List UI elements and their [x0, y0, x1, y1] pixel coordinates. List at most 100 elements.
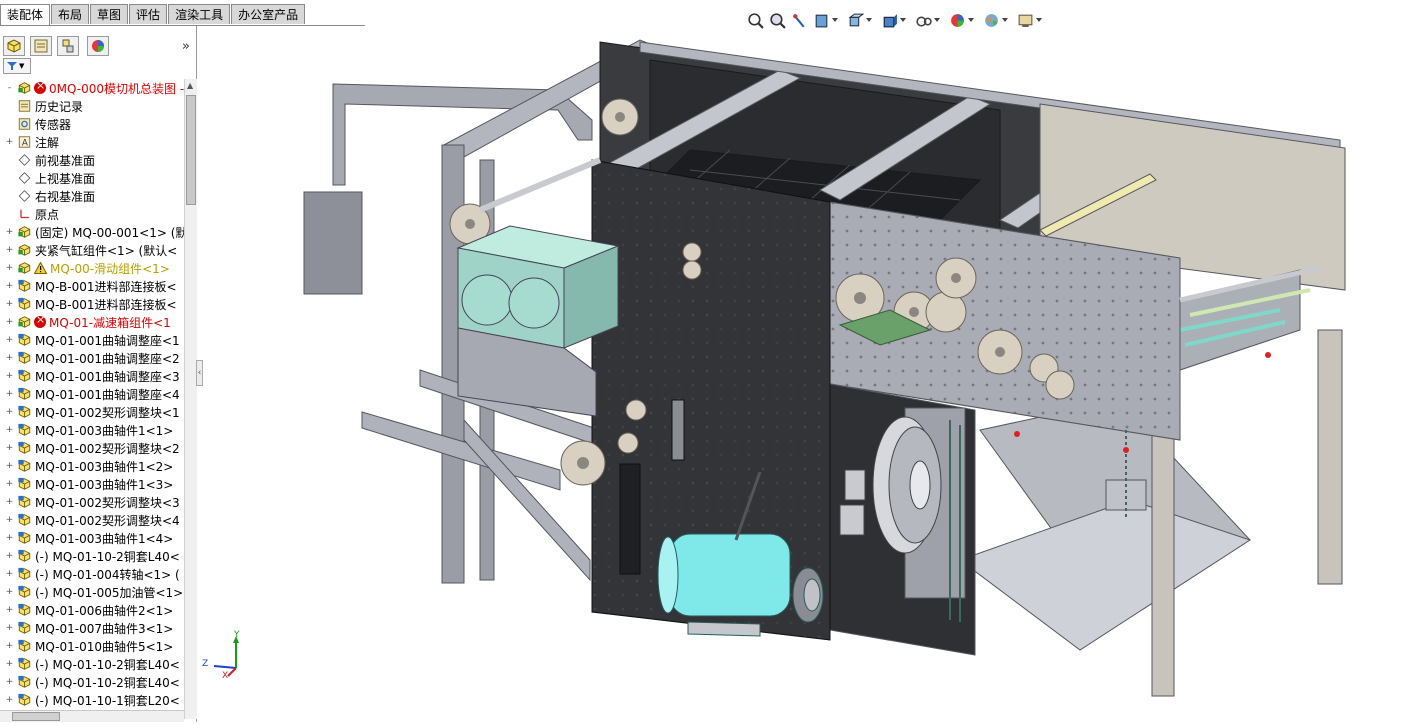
expand-icon[interactable]: + — [5, 137, 14, 147]
tree-item[interactable]: + (-) MQ-01-10-2铜套L40< — [0, 655, 184, 673]
tree-item-label: MQ-B-001进料部连接板< — [35, 279, 177, 294]
tree-item[interactable]: + (-) MQ-01-10-1铜套L20< — [0, 691, 184, 709]
tree-item[interactable]: 传感器 — [0, 115, 184, 133]
tree-item[interactable]: + MQ-00-滑动组件<1> — [0, 259, 184, 277]
expand-icon[interactable]: + — [5, 389, 14, 399]
expand-icon[interactable]: + — [5, 497, 14, 507]
expand-icon[interactable]: + — [5, 569, 14, 579]
expand-icon[interactable]: + — [5, 335, 14, 345]
expand-icon[interactable]: + — [5, 533, 14, 543]
tree-item[interactable]: + MQ-01-001曲轴调整座<4 — [0, 385, 184, 403]
tab-5[interactable]: 办公室产品 — [231, 4, 306, 24]
expand-icon[interactable]: + — [5, 515, 14, 525]
expand-icon[interactable]: + — [5, 659, 14, 669]
tree-item[interactable]: + (-) MQ-01-004转轴<1> ( — [0, 565, 184, 583]
expand-icon[interactable]: + — [5, 425, 14, 435]
tree-item[interactable]: + (固定) MQ-00-001<1> (默 — [0, 223, 184, 241]
display-manager-icon[interactable] — [87, 36, 109, 56]
tab-4[interactable]: 渲染工具 — [168, 4, 231, 24]
scroll-up-icon[interactable]: ▲ — [187, 81, 193, 90]
tree-item[interactable]: + MQ-B-001进料部连接板< — [0, 295, 184, 313]
expand-icon[interactable]: + — [5, 317, 14, 327]
expand-icon[interactable]: + — [5, 245, 14, 255]
tree-vertical-scrollbar[interactable]: ▲ — [184, 79, 197, 719]
part-icon — [16, 639, 32, 653]
expand-icon[interactable]: + — [5, 587, 14, 597]
expand-icon[interactable]: + — [5, 623, 14, 633]
dropdown-caret-icon[interactable] — [1002, 18, 1008, 22]
scrollbar-thumb[interactable] — [186, 95, 196, 205]
feature-manager-icon[interactable] — [3, 36, 25, 56]
tree-item[interactable]: + MQ-01-003曲轴件1<4> — [0, 529, 184, 547]
tree-item[interactable]: + (-) MQ-01-005加油管<1> — [0, 583, 184, 601]
expand-icon[interactable]: + — [5, 605, 14, 615]
property-manager-icon[interactable] — [30, 36, 52, 56]
tree-item[interactable]: + A 注解 — [0, 133, 184, 151]
tab-0[interactable]: 装配体 — [0, 4, 51, 26]
part-icon — [16, 693, 32, 707]
expand-icon[interactable]: + — [5, 479, 14, 489]
electrical-box — [456, 225, 620, 417]
tree-item[interactable]: + MQ-01-减速箱组件<1 — [0, 313, 184, 331]
expand-icon[interactable]: + — [5, 299, 14, 309]
tree-item[interactable]: - 0MQ-000模切机总装图 - ( — [0, 79, 184, 97]
tree-item-label: (-) MQ-01-10-2铜套L40< — [35, 675, 180, 690]
tree-item[interactable]: 原点 — [0, 205, 184, 223]
expand-icon[interactable]: + — [5, 641, 14, 651]
tab-3[interactable]: 评估 — [129, 4, 168, 24]
tree-item[interactable]: + MQ-01-003曲轴件1<2> — [0, 457, 184, 475]
tab-1[interactable]: 布局 — [51, 4, 90, 24]
tree-item[interactable]: + MQ-01-001曲轴调整座<1 — [0, 331, 184, 349]
warning-icon — [34, 262, 47, 274]
filter-icon[interactable]: ▼ — [3, 58, 31, 74]
tree-item[interactable]: + MQ-01-003曲轴件1<1> — [0, 421, 184, 439]
tree-item[interactable]: + MQ-B-001进料部连接板< — [0, 277, 184, 295]
tree-item[interactable]: 右视基准面 — [0, 187, 184, 205]
expand-icon[interactable]: + — [5, 281, 14, 291]
scrollbar-thumb-horizontal[interactable] — [12, 712, 60, 721]
configuration-manager-icon[interactable] — [57, 36, 79, 56]
tree-item[interactable]: 历史记录 — [0, 97, 184, 115]
expand-icon[interactable]: + — [5, 227, 14, 237]
origin-icon — [16, 207, 32, 221]
dropdown-caret-icon[interactable] — [1036, 18, 1042, 22]
annotation-icon: A — [16, 135, 32, 149]
tree-item[interactable]: + (-) MQ-01-10-2铜套L40< — [0, 547, 184, 565]
tree-item[interactable]: + MQ-01-002契形调整块<4 — [0, 511, 184, 529]
tab-2[interactable]: 草图 — [90, 4, 129, 24]
expand-icon[interactable]: + — [5, 695, 14, 705]
expand-icon[interactable]: + — [5, 407, 14, 417]
collapse-icon[interactable]: - — [5, 83, 14, 93]
expand-icon[interactable]: + — [5, 263, 14, 273]
tree-item[interactable]: + (-) MQ-01-10-2铜套L40< — [0, 673, 184, 691]
tree-item[interactable]: + MQ-01-006曲轴件2<1> — [0, 601, 184, 619]
tree-item[interactable]: 前视基准面 — [0, 151, 184, 169]
tree-item[interactable]: + MQ-01-007曲轴件3<1> — [0, 619, 184, 637]
tree-item[interactable]: + MQ-01-001曲轴调整座<2 — [0, 349, 184, 367]
expand-icon[interactable]: + — [5, 461, 14, 471]
machine-model[interactable] — [198, 26, 1427, 722]
part-icon — [16, 297, 32, 311]
expand-icon[interactable]: + — [5, 677, 14, 687]
expand-icon[interactable]: + — [5, 371, 14, 381]
panel-more-button[interactable]: » — [182, 39, 190, 54]
tree-item[interactable]: + MQ-01-003曲轴件1<3> — [0, 475, 184, 493]
tree-item[interactable]: + MQ-01-002契形调整块<1 — [0, 403, 184, 421]
dropdown-caret-icon[interactable] — [968, 18, 974, 22]
expand-icon[interactable]: + — [5, 551, 14, 561]
graphics-area[interactable]: Y Z X — [198, 26, 1427, 722]
tree-item[interactable]: + MQ-01-002契形调整块<2 — [0, 439, 184, 457]
tree-item[interactable]: + MQ-01-001曲轴调整座<3 — [0, 367, 184, 385]
expand-icon[interactable]: + — [5, 353, 14, 363]
dropdown-caret-icon[interactable] — [866, 18, 872, 22]
tree-item[interactable]: + MQ-01-010曲轴件5<1> — [0, 637, 184, 655]
tree-horizontal-scrollbar[interactable] — [0, 710, 184, 722]
tree-item[interactable]: + MQ-01-002契形调整块<3 — [0, 493, 184, 511]
expand-icon[interactable]: + — [5, 443, 14, 453]
dropdown-caret-icon[interactable] — [832, 18, 838, 22]
feature-tree: - 0MQ-000模切机总装图 - (历史记录传感器 + A 注解前视基准面上视基准面右… — [0, 79, 184, 713]
dropdown-caret-icon[interactable] — [900, 18, 906, 22]
tree-item[interactable]: 上视基准面 — [0, 169, 184, 187]
tree-item[interactable]: + 夹紧气缸组件<1> (默认< — [0, 241, 184, 259]
dropdown-caret-icon[interactable] — [934, 18, 940, 22]
